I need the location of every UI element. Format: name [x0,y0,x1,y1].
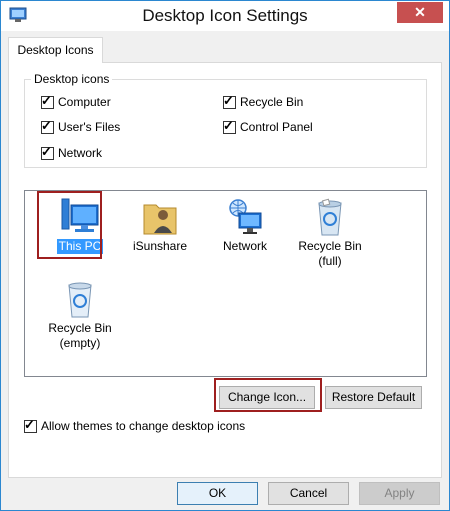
tab-desktop-icons[interactable]: Desktop Icons [8,37,103,63]
icon-label-line-2: (full) [318,254,342,268]
checkbox-control-panel[interactable]: ✓ Control Panel [223,117,313,134]
icon-item-isunshare[interactable]: iSunshare [120,197,200,254]
icon-label-line-1: Recycle Bin [48,321,112,335]
recycle-bin-full-icon [318,198,342,236]
change-icon-highlight-frame [214,378,322,412]
icon-label-line-2: (empty) [59,336,101,350]
checkbox-box[interactable]: ✓ [223,92,236,109]
icon-label: iSunshare [132,239,188,253]
checkbox-label: Network [58,146,103,160]
icon-label-line-1: Recycle Bin [298,239,362,253]
user-folder-icon [143,204,177,235]
checkbox-label: Recycle Bin [240,95,304,109]
icon-item-recycle-bin-full[interactable]: Recycle Bin (full) [290,197,370,269]
checkbox-box[interactable]: ✓ [41,143,54,160]
check-mark-icon: ✓ [24,416,35,432]
recycle-bin-empty-icon [68,282,92,318]
check-mark-icon: ✓ [41,92,52,108]
checkbox-label: Allow themes to change desktop icons [41,419,246,433]
ok-button[interactable]: OK [177,482,258,505]
group-label: Desktop icons [31,72,113,86]
checkbox-computer[interactable]: ✓ Computer [41,92,111,109]
check-mark-icon: ✓ [41,143,52,159]
icon-item-network[interactable]: Network [205,197,285,254]
check-mark-icon: ✓ [223,117,234,133]
checkbox-allow-themes[interactable]: ✓ Allow themes to change desktop icons [24,416,246,433]
apply-button[interactable]: Apply [359,482,440,505]
cancel-button[interactable]: Cancel [268,482,349,505]
check-mark-icon: ✓ [223,92,234,108]
check-mark-icon: ✓ [41,117,52,133]
checkbox-label: User's Files [58,120,121,134]
dialog-window: Desktop Icon Settings ✕ Desktop Icons De… [0,0,450,511]
checkbox-label: Control Panel [240,120,313,134]
dialog-content: Desktop Icons Desktop icons ✓ Computer ✓… [1,31,449,510]
network-icon [229,199,262,234]
selection-highlight-frame [37,191,102,259]
title-bar: Desktop Icon Settings ✕ [1,1,449,31]
checkbox-users-files[interactable]: ✓ User's Files [41,117,121,134]
icon-label: Network [222,239,267,253]
icon-item-recycle-bin-empty[interactable]: Recycle Bin (empty) [40,279,120,351]
checkbox-label: Computer [58,95,111,109]
checkbox-box[interactable]: ✓ [41,92,54,109]
checkbox-recycle-bin[interactable]: ✓ Recycle Bin [223,92,304,109]
checkbox-box[interactable]: ✓ [24,416,37,433]
checkbox-box[interactable]: ✓ [41,117,54,134]
window-title: Desktop Icon Settings [142,6,308,25]
tab-panel: Desktop icons ✓ Computer ✓ User's Files … [8,62,442,478]
close-button[interactable]: ✕ [397,2,443,23]
checkbox-network[interactable]: ✓ Network [41,143,103,160]
desktop-icons-group: Desktop icons ✓ Computer ✓ User's Files … [24,72,427,168]
checkbox-box[interactable]: ✓ [223,117,236,134]
restore-default-button[interactable]: Restore Default [325,386,422,409]
